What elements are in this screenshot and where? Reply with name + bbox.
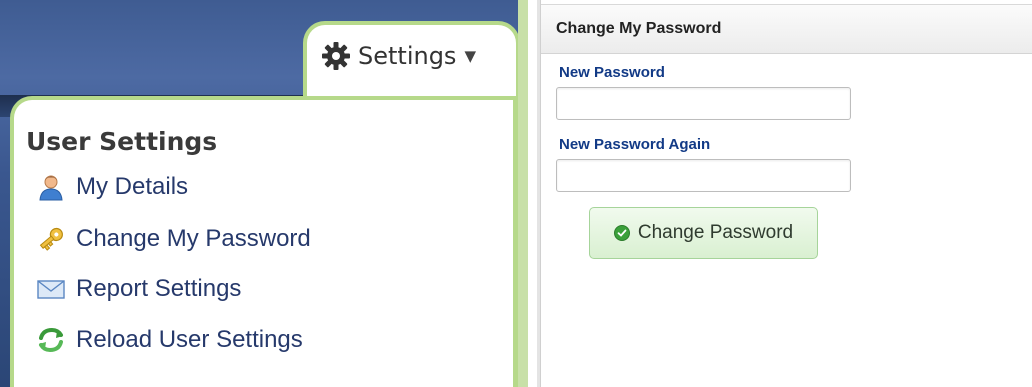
new-password-label: New Password	[559, 64, 665, 81]
change-password-button[interactable]: Change Password	[589, 207, 818, 259]
settings-tab-label: Settings	[358, 42, 457, 70]
new-password-field[interactable]	[556, 87, 851, 120]
dropdown-edge	[518, 0, 528, 387]
user-icon	[39, 175, 63, 201]
menu-item-my-details[interactable]: My Details	[36, 170, 188, 204]
form-header: Change My Password	[541, 4, 1032, 54]
new-password-again-field[interactable]	[556, 159, 851, 192]
menu-item-report-settings[interactable]: Report Settings	[36, 272, 241, 306]
settings-tab-button[interactable]: Settings ▼	[320, 36, 476, 76]
menu-item-change-password[interactable]: Change My Password	[36, 222, 311, 256]
new-password-again-label: New Password Again	[559, 136, 711, 153]
menu-item-reload-settings[interactable]: Reload User Settings	[36, 323, 303, 357]
caret-down-icon: ▼	[464, 47, 476, 65]
reload-icon	[39, 327, 63, 353]
envelope-icon	[37, 280, 65, 299]
key-icon	[39, 227, 63, 251]
user-settings-title: User Settings	[26, 127, 218, 156]
check-circle-icon	[613, 225, 630, 241]
check-mark-icon	[617, 229, 627, 237]
menu-item-label: My Details	[76, 173, 189, 200]
menu-item-label: Reload User Settings	[76, 326, 303, 353]
menu-item-label: Change My Password	[76, 225, 311, 252]
form-title: Change My Password	[556, 20, 722, 37]
menu-item-label: Report Settings	[76, 275, 242, 302]
change-password-button-label: Change Password	[637, 222, 794, 243]
change-password-panel: Change My Password New Password New Pass…	[540, 0, 1032, 387]
gear-icon	[322, 42, 350, 70]
